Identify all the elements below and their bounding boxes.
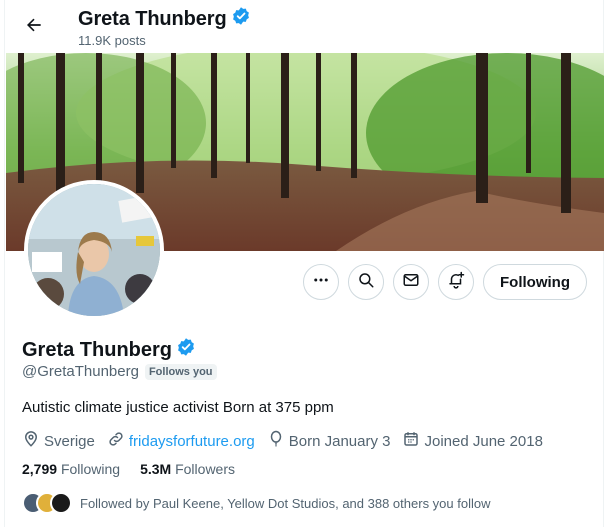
search-posts-button[interactable] <box>348 264 384 300</box>
more-icon <box>312 271 330 294</box>
envelope-icon <box>402 271 420 294</box>
back-arrow-icon <box>24 15 44 40</box>
profile-name: Greta Thunberg <box>22 337 196 363</box>
profile-header-bar: Greta Thunberg 11.9K posts <box>5 0 603 53</box>
follower-avatar <box>50 492 72 514</box>
joined-item: Joined June 2018 <box>402 430 543 452</box>
handle-row: @GretaThunberg Follows you <box>22 363 217 380</box>
profile-bio: Autistic climate justice activist Born a… <box>22 399 334 416</box>
header-title: Greta Thunberg <box>78 6 251 32</box>
link-icon <box>107 430 125 452</box>
location-text: Sverige <box>44 432 95 450</box>
follows-you-badge: Follows you <box>144 363 217 380</box>
verified-badge-icon[interactable] <box>176 337 196 363</box>
post-count: 11.9K posts <box>78 33 146 48</box>
followed-by-row[interactable]: Followed by Paul Keene, Yellow Dot Studi… <box>22 492 490 514</box>
following-stat-label: Following <box>60 461 121 477</box>
header-name: Greta Thunberg <box>78 7 227 30</box>
message-button[interactable] <box>393 264 429 300</box>
display-name: Greta Thunberg <box>22 338 173 361</box>
profile-meta: Sverige fridaysforfuture.org Born Januar… <box>22 430 555 452</box>
follow-stats: 2,799 Following 5.3M Followers <box>22 461 235 477</box>
website-link[interactable]: fridaysforfuture.org <box>129 433 255 450</box>
followers-stat[interactable]: 5.3M Followers <box>140 461 235 477</box>
birthday-item: Born January 3 <box>267 430 391 452</box>
profile-page: Greta Thunberg 11.9K posts Following Gre… <box>4 0 604 527</box>
calendar-icon <box>402 430 420 452</box>
following-stat[interactable]: 2,799 Following <box>22 461 120 477</box>
website-item[interactable]: fridaysforfuture.org <box>107 430 255 452</box>
bell-plus-icon <box>447 271 465 294</box>
followers-stat-label: Followers <box>175 461 235 477</box>
balloon-icon <box>267 430 285 452</box>
following-button[interactable]: Following <box>483 264 587 300</box>
more-button[interactable] <box>303 264 339 300</box>
followed-by-text: Followed by Paul Keene, Yellow Dot Studi… <box>80 495 491 511</box>
profile-avatar[interactable] <box>24 180 164 320</box>
followed-by-avatars <box>22 492 72 514</box>
location-item: Sverige <box>22 430 95 452</box>
notifications-button[interactable] <box>438 264 474 300</box>
location-pin-icon <box>22 430 40 452</box>
birthday-text: Born January 3 <box>288 432 391 450</box>
profile-action-bar: Following <box>303 264 587 300</box>
search-icon <box>357 271 375 294</box>
profile-handle: @GretaThunberg <box>22 363 139 380</box>
followers-count: 5.3M <box>140 461 172 477</box>
joined-text: Joined June 2018 <box>424 432 543 450</box>
following-count: 2,799 <box>22 461 58 477</box>
back-button[interactable] <box>17 10 51 44</box>
verified-badge-icon <box>231 6 251 32</box>
